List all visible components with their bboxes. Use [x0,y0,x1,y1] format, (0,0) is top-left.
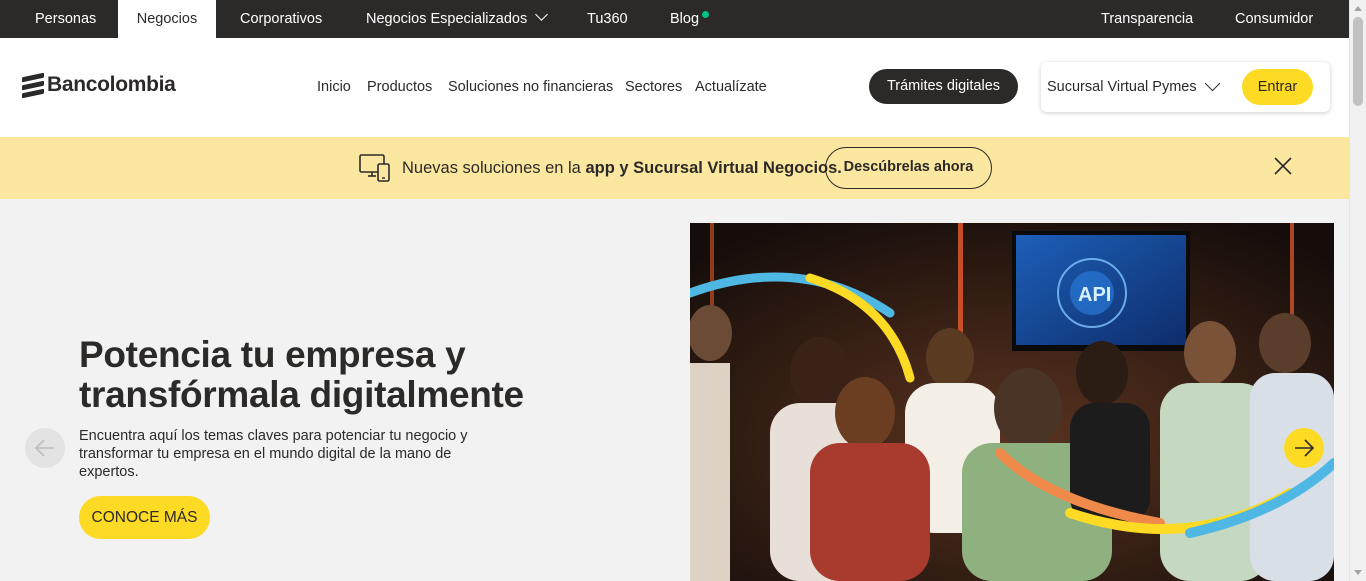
hero-description: Encuentra aquí los temas claves para pot… [79,428,468,480]
banner-text-prefix: Nuevas soluciones en la [402,159,586,177]
nav-sectores[interactable]: Sectores [625,38,682,137]
descubrelas-ahora-button[interactable]: Descúbrelas ahora [825,147,992,189]
hero-image: API [690,223,1334,581]
top-nav-bar: Personas Negocios Corporativos Negocios … [0,0,1349,38]
topnav-tu360[interactable]: Tu360 [587,0,628,38]
chevron-down-icon [535,8,549,21]
promo-banner: Nuevas soluciones en la app y Sucursal V… [0,137,1349,199]
sucursal-selector-box: Sucursal Virtual Pymes Entrar [1041,62,1330,112]
notification-dot-icon [702,11,710,18]
nav-productos[interactable]: Productos [367,38,432,137]
topnav-personas[interactable]: Personas [35,0,96,38]
page-scrollbar[interactable] [1349,0,1366,581]
chevron-down-icon[interactable] [1204,75,1221,92]
topnav-blog[interactable]: Blog [670,0,710,38]
nav-actualizate[interactable]: Actualízate [695,38,767,137]
bancolombia-logo[interactable]: Bancolombia [22,72,176,99]
logo-text: Bancolombia [47,73,176,96]
banner-text: Nuevas soluciones en la app y Sucursal V… [402,137,842,199]
nav-soluciones-no-financieras[interactable]: Soluciones no financieras [448,38,613,137]
nav-inicio[interactable]: Inicio [317,38,351,137]
tramites-digitales-button[interactable]: Trámites digitales [869,69,1018,104]
devices-icon [359,154,390,182]
screen-api-text: API [1078,284,1111,306]
scroll-up-icon[interactable] [1354,6,1362,11]
topnav-transparencia[interactable]: Transparencia [1101,0,1193,38]
arrow-right-icon [1295,439,1315,457]
carousel-prev-button[interactable] [25,428,65,468]
topnav-blog-label: Blog [670,11,700,27]
topnav-consumidor[interactable]: Consumidor [1235,0,1313,38]
bancolombia-logo-icon [22,72,44,99]
topnav-especializados-label: Negocios Especializados [366,11,528,27]
sucursal-dropdown[interactable]: Sucursal Virtual Pymes [1047,62,1197,112]
topnav-negocios[interactable]: Negocios [118,0,216,38]
topnav-negocios-especializados[interactable]: Negocios Especializados [366,0,549,38]
topnav-corporativos[interactable]: Corporativos [240,0,322,38]
main-header: Bancolombia Inicio Productos Soluciones … [0,38,1349,137]
arrow-left-icon [34,439,54,457]
carousel-next-button[interactable] [1284,428,1324,468]
scroll-down-icon[interactable] [1354,570,1362,575]
close-icon[interactable] [1274,157,1292,175]
scrollbar-thumb[interactable] [1353,17,1363,106]
conoce-mas-button[interactable]: CONOCE MÁS [79,496,210,539]
hero-title: Potencia tu empresa y transfórmala digit… [79,334,524,415]
hero-photo-illustration: API [690,223,1334,581]
entrar-button[interactable]: Entrar [1242,69,1313,105]
banner-text-bold: app y Sucursal Virtual Negocios. [585,159,842,177]
